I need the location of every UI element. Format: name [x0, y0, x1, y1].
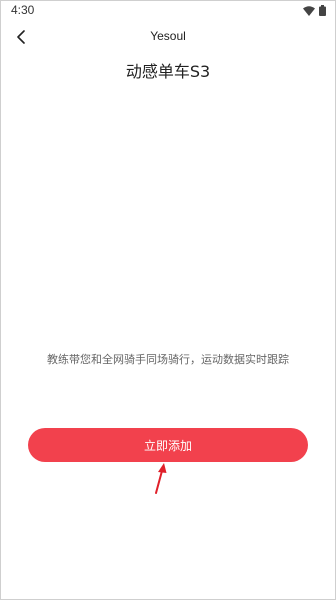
status-time: 4:30 [11, 3, 35, 17]
add-now-button[interactable]: 立即添加 [28, 428, 308, 462]
device-title: 动感单车S3 [125, 62, 211, 81]
device-description: 教练带您和全网骑手同场骑行，运动数据实时跟踪 [47, 353, 289, 366]
app-title: Yesoul [150, 29, 186, 43]
status-icons [303, 5, 326, 16]
screen-frame [0, 0, 336, 600]
wifi-icon [303, 5, 315, 16]
app-bar: Yesoul [0, 22, 336, 52]
status-bar: 4:30 [0, 0, 336, 22]
battery-icon [319, 5, 326, 16]
red-arrow-icon [155, 463, 167, 494]
